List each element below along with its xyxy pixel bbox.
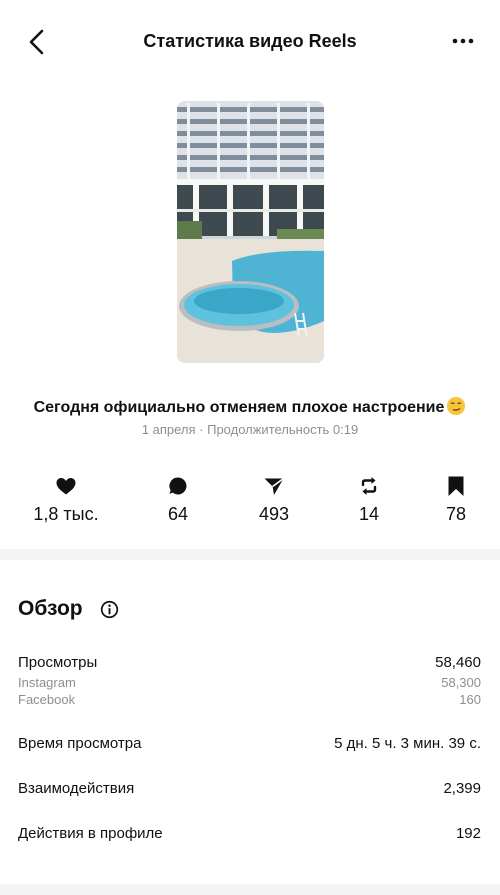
- likes-count: 1,8 тыс.: [33, 504, 99, 524]
- page-title: Статистика видео Reels: [143, 31, 357, 51]
- views-label: Просмотры: [18, 654, 98, 671]
- shares-count: 493: [258, 504, 290, 524]
- send-icon: [264, 477, 284, 495]
- overview-title: Обзор: [18, 597, 83, 620]
- instagram-views-value: 58,300: [441, 675, 481, 690]
- reel-caption: Сегодня официально отменяем плохое настр…: [0, 396, 500, 417]
- heart-icon: [56, 478, 76, 495]
- facebook-views-label: Facebook: [18, 692, 76, 707]
- comments-count: 64: [167, 504, 189, 524]
- watch-time-value: 5 дн. 5 ч. 3 мин. 39 с.: [334, 735, 481, 752]
- watch-time-label: Время просмотра: [18, 735, 142, 752]
- facebook-views-value: 160: [459, 692, 481, 707]
- info-icon[interactable]: [100, 600, 119, 619]
- reposts-stat: 14: [319, 474, 419, 525]
- more-horizontal-icon[interactable]: [450, 33, 476, 49]
- likes-stat: 1,8 тыс.: [16, 474, 116, 525]
- profile-actions-value: 192: [455, 825, 481, 842]
- instagram-views-label: Instagram: [18, 675, 76, 690]
- reel-preview-image: [177, 101, 324, 363]
- section-divider: [0, 549, 500, 560]
- saves-count: 78: [445, 504, 467, 524]
- bottom-divider: [0, 884, 500, 895]
- smirking-face-emoji-icon: [447, 397, 466, 415]
- saves-stat: 78: [406, 474, 500, 525]
- comment-icon: [169, 477, 187, 495]
- reel-thumbnail[interactable]: [177, 101, 324, 363]
- header: Статистика видео Reels: [0, 0, 500, 84]
- caption-text: Сегодня официально отменяем плохое настр…: [33, 399, 445, 416]
- interactions-value: 2,399: [443, 780, 481, 797]
- reposts-count: 14: [358, 504, 380, 524]
- profile-actions-label[interactable]: Действия в профиле: [18, 825, 163, 842]
- interactions-label[interactable]: Взаимодействия: [18, 780, 134, 797]
- post-meta: 1 апреля · Продолжительность 0:19: [141, 422, 359, 437]
- repost-icon: [361, 477, 377, 495]
- bookmark-icon: [448, 476, 464, 496]
- shares-stat: 493: [224, 474, 324, 525]
- comments-stat: 64: [128, 474, 228, 525]
- views-value: 58,460: [435, 654, 481, 671]
